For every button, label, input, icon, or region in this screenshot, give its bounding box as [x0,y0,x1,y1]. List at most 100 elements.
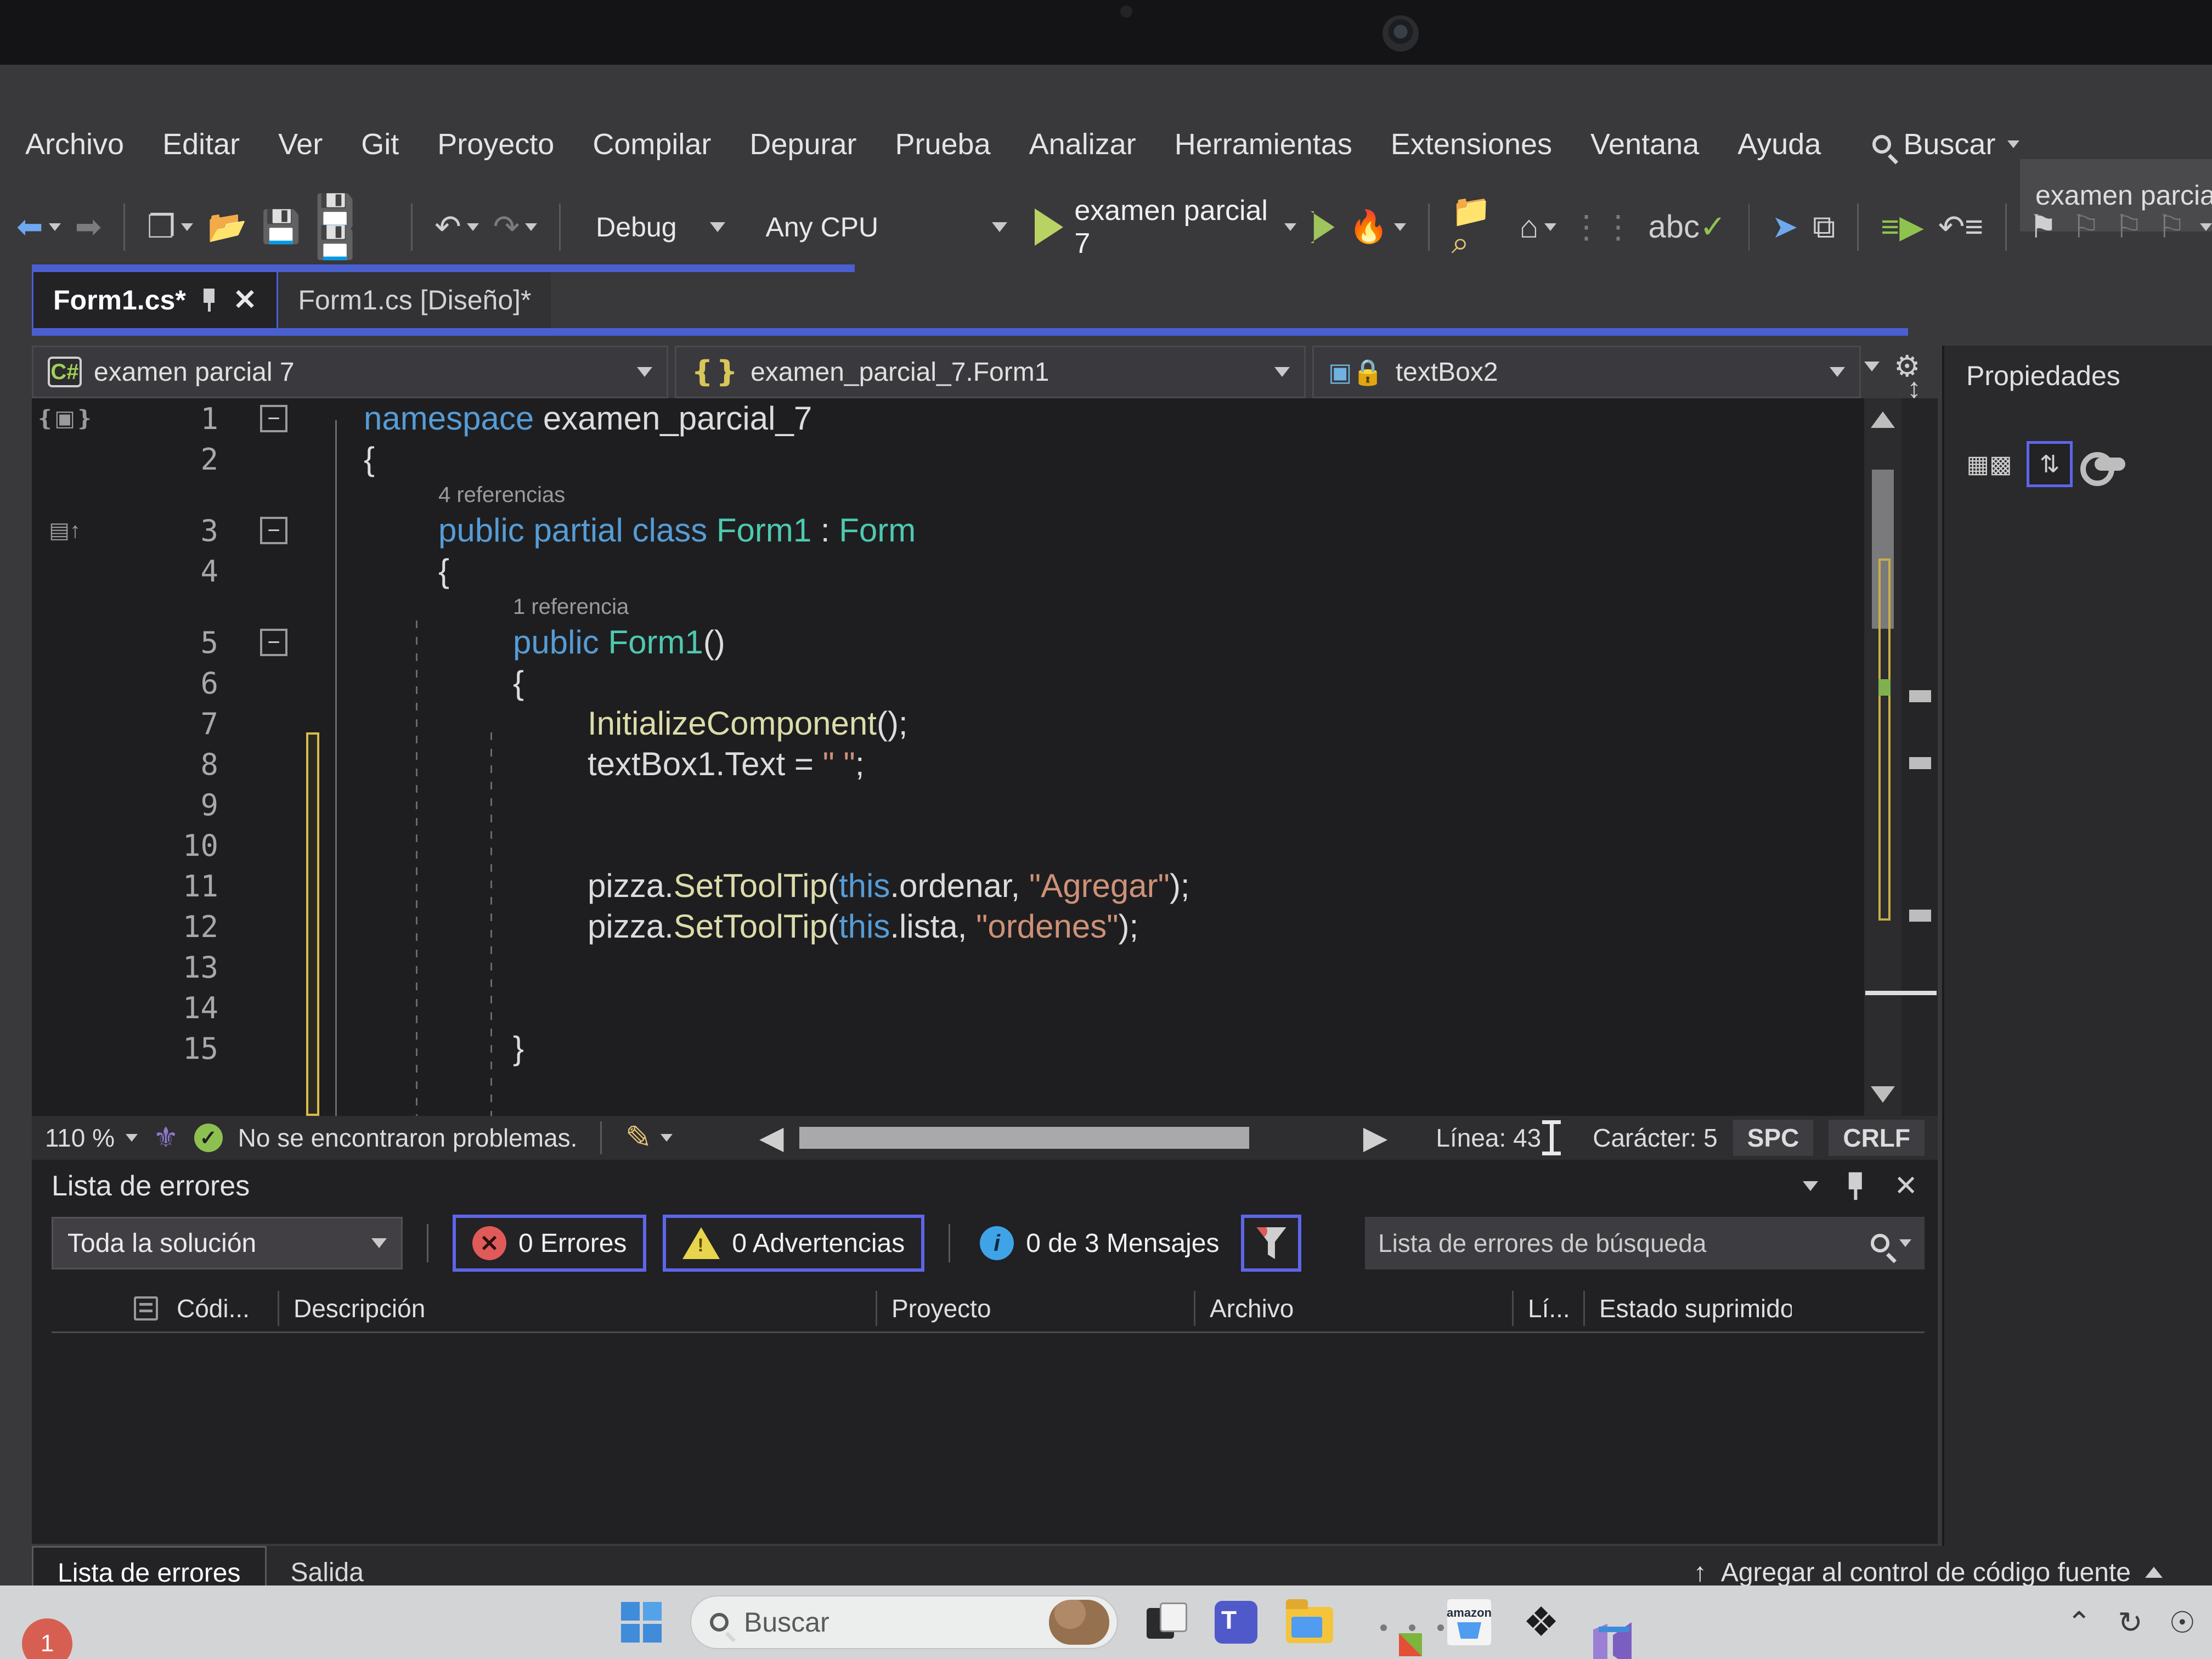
windows-start-button[interactable] [621,1602,662,1643]
solution-platform-dropdown[interactable]: Any CPU [753,199,1021,256]
navigate-back-button[interactable]: ⬅ [16,211,61,243]
pin-icon[interactable] [1846,1172,1866,1200]
tab-form1-designer[interactable]: Form1.cs [Diseño]* [278,272,551,328]
dropbox-icon[interactable]: ❖ [1520,1599,1562,1645]
close-icon[interactable]: ✕ [233,284,257,317]
copy-structure-button[interactable]: ⧉ [1813,211,1835,243]
spaces-indicator[interactable]: SPC [1733,1120,1814,1156]
problems-status-text[interactable]: No se encontraron problemas. [238,1123,578,1153]
code-cleanup-button[interactable]: ✎ [625,1122,673,1154]
menu-analizar[interactable]: Analizar [1026,123,1139,166]
new-project-button[interactable]: ❐ [147,211,193,243]
toolbar-overflow-button[interactable] [2200,223,2212,231]
task-view-button[interactable] [1147,1602,1186,1642]
show-whitespace-button[interactable]: ⋮⋮ [1571,211,1634,243]
snippet-margin-icon[interactable]: ❴▣❵ [32,406,98,431]
hscroll-right-arrow[interactable]: ▶ [1363,1122,1388,1154]
codelens-row[interactable]: 4 referencias [32,479,1864,510]
teams-icon[interactable] [1215,1601,1257,1644]
fold-collapse-box[interactable]: − [260,405,287,432]
solution-explorer-button[interactable]: ⌂ [1519,211,1556,243]
line-ending-indicator[interactable]: CRLF [1829,1120,1925,1156]
menu-ventana[interactable]: Ventana [1587,123,1702,166]
menu-prueba[interactable]: Prueba [891,123,994,166]
navigate-forward-button[interactable]: ➡ [75,211,102,243]
line-indicator[interactable]: Línea: 43 [1436,1123,1541,1153]
codelens-row[interactable]: 1 referencia [32,591,1864,622]
clear-bookmarks-button[interactable]: ⚐ [2157,211,2186,243]
messages-filter-button[interactable]: i 0 de 3 Mensajes [974,1226,1224,1260]
scope-filter-dropdown[interactable]: Toda la solución [52,1217,403,1269]
hscroll-left-arrow[interactable]: ◀ [759,1122,784,1154]
menu-ayuda[interactable]: Ayuda [1734,123,1824,166]
severity-column-icon[interactable] [134,1296,158,1321]
scroll-up-arrow[interactable] [1871,411,1895,428]
tab-form1-cs[interactable]: Form1.cs* ✕ [32,272,278,328]
zoom-dropdown[interactable]: 110 % [45,1123,138,1153]
menu-editar[interactable]: Editar [159,123,243,166]
type-dropdown[interactable]: ❴❵ examen_parcial_7.Form1 [675,346,1306,398]
categorized-view-button[interactable]: ▦▩ [1966,441,2012,487]
sync-icon[interactable]: ↻ [2118,1605,2142,1640]
solution-configuration-dropdown[interactable]: Debug [583,199,738,256]
columns-filter-button[interactable] [1241,1215,1301,1272]
taskbar-search[interactable]: Buscar [690,1595,1118,1649]
menu-extensiones[interactable]: Extensiones [1387,123,1555,166]
toggle-bookmark-button[interactable]: ⚑ [2029,211,2057,243]
start-without-debugging-button[interactable] [1311,211,1335,243]
close-icon[interactable]: ✕ [1894,1170,1918,1203]
save-all-button[interactable]: 💾💾 [315,195,389,259]
menu-proyecto[interactable]: Proyecto [434,123,557,166]
start-debugging-button[interactable]: examen parcial 7 [1035,194,1296,260]
code-line-5[interactable]: 5−public Form1() [32,622,1864,663]
code-line-6[interactable]: 6{ [32,663,1864,703]
column-header-archivo[interactable]: Archivo [1194,1291,1512,1326]
indent-lines-button[interactable]: ≡▶ [1881,211,1923,243]
inherit-margin-icon[interactable]: ▤↑ [32,518,98,543]
next-bookmark-button[interactable]: ⚐ [2114,211,2143,243]
scroll-down-arrow[interactable] [1871,1086,1895,1103]
error-list-search-box[interactable]: Lista de errores de búsqueda [1365,1217,1925,1269]
unindent-lines-button[interactable]: ↶≡ [1938,211,1983,243]
find-in-files-button[interactable]: 📁⌕ [1452,195,1505,259]
hot-reload-button[interactable]: 🔥 [1349,211,1406,243]
member-dropdown[interactable]: ▣🔒 textBox2 [1312,346,1861,398]
open-file-button[interactable]: 📂 [207,211,247,243]
column-header-linea[interactable]: Lí... [1512,1291,1583,1326]
add-to-source-control-button[interactable]: ↑ Agregar al control de código fuente [1694,1558,2212,1588]
column-header-descripcion[interactable]: Descripción [278,1291,876,1326]
column-header-estado[interactable]: Estado suprimido [1583,1291,1792,1326]
column-indicator[interactable]: Carácter: 5 [1593,1123,1718,1153]
file-explorer-icon[interactable] [1286,1607,1333,1643]
project-dropdown[interactable]: C# examen parcial 7 [32,346,668,398]
chevron-down-icon[interactable] [1864,362,1880,371]
amazon-icon[interactable]: amazon [1447,1599,1491,1645]
code-line-1[interactable]: ❴▣❵1−namespace examen_parcial_7 [32,398,1864,439]
fold-collapse-box[interactable]: − [260,629,287,656]
chevron-down-icon[interactable] [1803,1181,1818,1191]
menu-archivo[interactable]: Archivo [22,123,127,166]
alphabetical-sort-button[interactable]: ⇅ [2027,441,2073,487]
save-button[interactable]: 💾 [261,211,301,243]
fold-collapse-box[interactable]: − [260,517,287,544]
column-header-codigo[interactable]: Códi... [162,1291,278,1326]
prev-bookmark-button[interactable]: ⚐ [2072,211,2100,243]
menu-herramientas[interactable]: Herramientas [1171,123,1356,166]
menu-git[interactable]: Git [358,123,402,166]
code-line-2[interactable]: 2{ [32,439,1864,479]
code-line-4[interactable]: 4{ [32,551,1864,591]
menu-search[interactable]: Buscar [1872,127,2019,161]
code-line-3[interactable]: ▤↑3−public partial class Form1 : Form [32,510,1864,551]
wifi-icon[interactable]: ☉ [2169,1605,2196,1640]
menu-ver[interactable]: Ver [275,123,326,166]
select-element-button[interactable]: ➤ [1771,211,1798,243]
codelens-health-icon[interactable]: ⚜ [153,1124,179,1152]
redo-button[interactable]: ↷ [493,211,538,243]
pin-icon[interactable] [201,289,218,312]
errors-filter-button[interactable]: ✕ 0 Errores [453,1215,646,1272]
undo-button[interactable]: ↶ [435,211,479,243]
hscrollbar-thumb[interactable] [799,1127,1249,1149]
menu-compilar[interactable]: Compilar [589,123,714,166]
spell-check-button[interactable]: abc✓ [1649,211,1726,243]
warnings-filter-button[interactable]: ! 0 Advertencias [663,1215,924,1272]
